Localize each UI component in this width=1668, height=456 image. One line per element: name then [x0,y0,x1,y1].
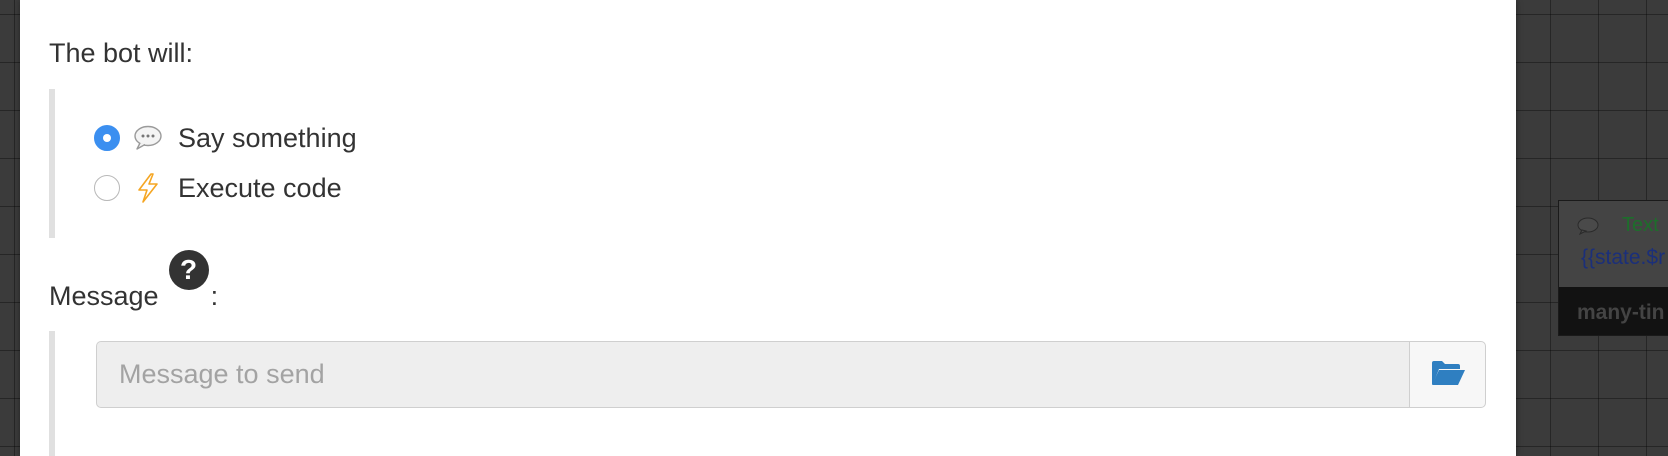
options-group-bar [49,89,55,238]
pick-content-button[interactable] [1409,341,1486,408]
flow-node-name: many-tin [1577,301,1665,324]
say-something-radio[interactable] [94,125,120,151]
message-label-colon: : [210,281,219,311]
message-input-group [96,341,1486,408]
message-input[interactable] [96,341,1409,408]
execute-code-radio[interactable] [94,175,120,201]
flow-node-variable: {{state.$r [1581,246,1666,269]
execute-code-label: Execute code [178,172,342,203]
message-label-row: Message ? : [49,250,219,312]
speech-bubble-icon [132,123,164,153]
option-execute-code[interactable]: Execute code [94,168,342,208]
bot-will-label: The bot will: [49,38,194,68]
flow-node-body: Text {{state.$r [1559,201,1668,288]
lightning-icon [132,173,164,203]
action-modal: The bot will: Say something Execute code… [20,0,1516,456]
say-something-label: Say something [178,122,357,153]
message-group-bar [49,331,55,456]
help-icon[interactable]: ? [168,250,209,290]
folder-open-icon [1430,359,1466,390]
flow-node-type: Text [1622,214,1659,236]
flow-node-footer: many-tin [1559,287,1668,335]
option-say-something[interactable]: Say something [94,118,357,158]
flow-node[interactable]: Text {{state.$r many-tin [1558,200,1668,336]
message-label: Message [49,281,159,311]
speech-bubble-icon [1577,217,1599,236]
